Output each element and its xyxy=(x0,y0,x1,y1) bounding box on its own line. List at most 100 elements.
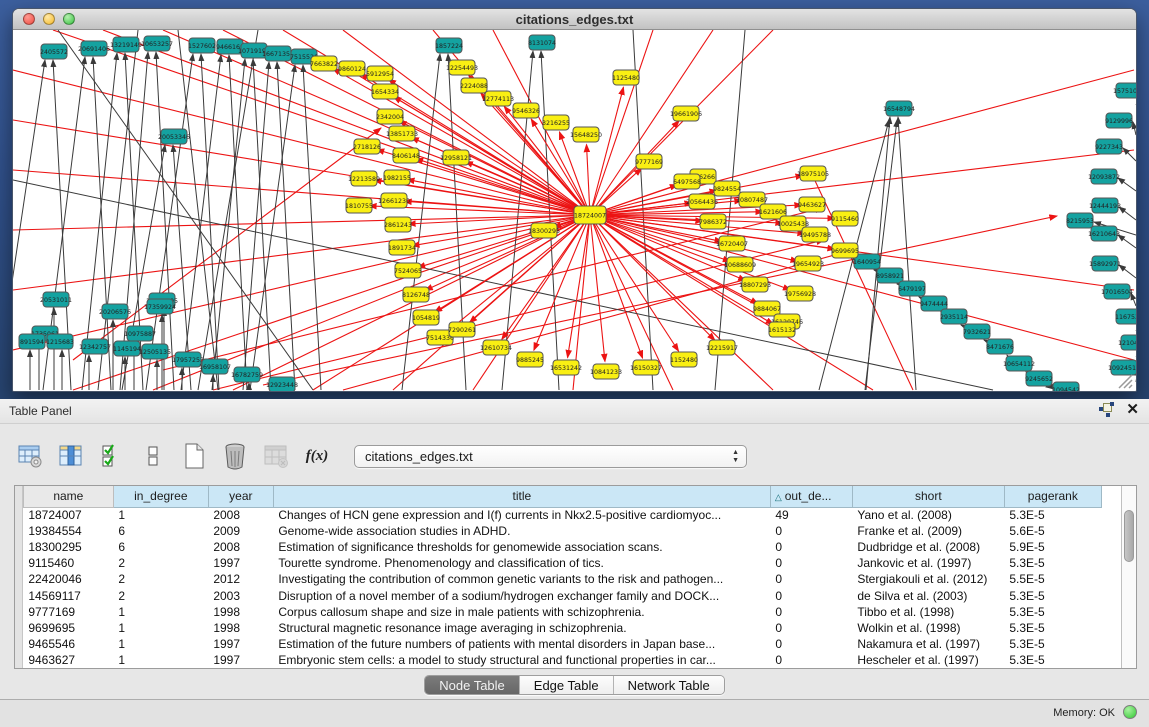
table-cell-name[interactable]: 9465546 xyxy=(23,636,113,652)
graph-node[interactable]: 9885245 xyxy=(516,352,544,367)
graph-node[interactable]: 2718126 xyxy=(353,139,381,154)
memory-ok-icon[interactable] xyxy=(1123,705,1137,719)
graph-node[interactable]: 19756928 xyxy=(784,286,816,301)
graph-node[interactable]: 16531242 xyxy=(550,360,582,375)
graph-node[interactable]: 2342004 xyxy=(376,109,404,124)
table-row[interactable]: 969969511998Structural magnetic resonanc… xyxy=(23,620,1101,636)
table-source-dropdown[interactable]: citations_edges.txt ▲▼ xyxy=(354,445,747,468)
graph-node[interactable]: 7932621 xyxy=(963,324,991,339)
table-cell-short[interactable]: Stergiakouli et al. (2012) xyxy=(852,571,1004,587)
graph-node[interactable]: 15892971 xyxy=(1089,256,1121,271)
graph-node[interactable]: 12254493 xyxy=(446,60,478,75)
graph-node[interactable]: 1891734 xyxy=(388,240,416,255)
graph-node[interactable]: 12505135 xyxy=(139,344,171,359)
table-cell-name[interactable]: 9115460 xyxy=(23,555,113,571)
graph-node[interactable]: 7524065 xyxy=(394,263,422,278)
table-row[interactable]: 2242004622012Investigating the contribut… xyxy=(23,571,1101,587)
graph-node[interactable]: 891594 xyxy=(19,334,45,349)
graph-node[interactable]: 1857224 xyxy=(435,38,463,53)
column-header-out_de[interactable]: △out_de... xyxy=(770,486,852,507)
table-cell-out_degree[interactable]: 0 xyxy=(770,652,852,668)
table-cell-pagerank[interactable]: 5.6E-5 xyxy=(1004,523,1101,539)
graph-node[interactable]: 10841233 xyxy=(590,364,622,379)
graph-node[interactable]: 10924510 xyxy=(1108,360,1136,375)
table-cell-title[interactable]: Estimation of the future numbers of pati… xyxy=(273,636,770,652)
graph-node[interactable]: 20691406 xyxy=(78,41,110,56)
table-cell-pagerank[interactable]: 5.3E-5 xyxy=(1004,587,1101,603)
graph-node[interactable]: 1615132 xyxy=(768,322,796,337)
table-cell-in_degree[interactable]: 2 xyxy=(113,571,208,587)
graph-node[interactable]: 1654334 xyxy=(371,84,399,99)
graph-node[interactable]: 20564436 xyxy=(686,194,718,209)
graph-node[interactable]: 9860124 xyxy=(338,61,366,76)
tab-node-table[interactable]: Node Table xyxy=(425,676,520,694)
graph-node[interactable]: 10688609 xyxy=(724,257,756,272)
graph-node[interactable]: 8215953 xyxy=(1066,213,1094,228)
graph-node[interactable]: 1054819 xyxy=(412,310,440,325)
node-table-grid[interactable]: namein_degreeyeartitle△out_de...shortpag… xyxy=(23,486,1102,668)
table-cell-name[interactable]: 18300295 xyxy=(23,539,113,555)
table-cell-title[interactable]: Embryonic stem cells: a model to study s… xyxy=(273,652,770,668)
table-cell-short[interactable]: Franke et al. (2009) xyxy=(852,523,1004,539)
graph-node[interactable]: 16958107 xyxy=(199,359,231,374)
table-cell-out_degree[interactable]: 0 xyxy=(770,555,852,571)
graph-node[interactable]: 18975105 xyxy=(797,166,829,181)
graph-node[interactable]: 13851733 xyxy=(386,126,418,141)
table-cell-out_degree[interactable]: 0 xyxy=(770,539,852,555)
graph-node[interactable]: 12610734 xyxy=(480,340,512,355)
table-cell-short[interactable]: Tibbo et al. (1998) xyxy=(852,604,1004,620)
table-row[interactable]: 1938455462009Genome-wide association stu… xyxy=(23,523,1101,539)
table-cell-pagerank[interactable]: 5.3E-5 xyxy=(1004,636,1101,652)
table-cell-year[interactable]: 2008 xyxy=(208,539,273,555)
table-cell-out_degree[interactable]: 0 xyxy=(770,604,852,620)
graph-node[interactable]: 7663822 xyxy=(310,56,338,71)
graph-node[interactable]: 12661230 xyxy=(378,193,410,208)
table-row[interactable]: 1830029562008Estimation of significance … xyxy=(23,539,1101,555)
graph-node[interactable]: 12104502 xyxy=(1118,335,1136,350)
table-cell-year[interactable]: 1997 xyxy=(208,652,273,668)
graph-node[interactable]: 1810755 xyxy=(345,198,373,213)
graph-node[interactable]: 17016504 xyxy=(1101,284,1133,299)
table-cell-short[interactable]: de Silva et al. (2003) xyxy=(852,587,1004,603)
graph-node[interactable]: 1125480 xyxy=(612,70,640,85)
table-cell-pagerank[interactable]: 5.3E-5 xyxy=(1004,604,1101,620)
table-cell-year[interactable]: 2012 xyxy=(208,571,273,587)
graph-node[interactable]: 1167533 xyxy=(1115,309,1136,324)
close-panel-icon[interactable]: ✕ xyxy=(1126,402,1139,417)
table-cell-out_degree[interactable]: 49 xyxy=(770,507,852,523)
tab-edge-table[interactable]: Edge Table xyxy=(520,676,614,694)
table-cell-title[interactable]: Estimation of significance thresholds fo… xyxy=(273,539,770,555)
graph-node[interactable]: 10653257 xyxy=(141,36,173,51)
table-cell-out_degree[interactable]: 0 xyxy=(770,523,852,539)
table-cell-title[interactable]: Disruption of a novel member of a sodium… xyxy=(273,587,770,603)
graph-node[interactable]: 1527602 xyxy=(188,38,216,53)
graph-node[interactable]: 19654923 xyxy=(792,256,824,271)
table-cell-name[interactable]: 9699695 xyxy=(23,620,113,636)
table-cell-year[interactable]: 1997 xyxy=(208,555,273,571)
table-row[interactable]: 1456911722003Disruption of a novel membe… xyxy=(23,587,1101,603)
merge-rows-icon[interactable] xyxy=(139,442,167,470)
table-cell-pagerank[interactable]: 5.3E-5 xyxy=(1004,507,1101,523)
table-cell-title[interactable]: Tourette syndrome. Phenomenology and cla… xyxy=(273,555,770,571)
table-cell-year[interactable]: 2003 xyxy=(208,587,273,603)
graph-node[interactable]: 12342757 xyxy=(79,339,111,354)
table-cell-pagerank[interactable]: 5.3E-5 xyxy=(1004,620,1101,636)
network-canvas[interactable]: 2405572206914061321914910653257152760294… xyxy=(13,30,1136,391)
table-settings-icon[interactable] xyxy=(16,442,44,470)
graph-node[interactable]: 8406148 xyxy=(392,148,420,163)
table-cell-year[interactable]: 1997 xyxy=(208,636,273,652)
table-cell-title[interactable]: Investigating the contribution of common… xyxy=(273,571,770,587)
graph-node[interactable]: 12958121 xyxy=(440,150,472,165)
column-header-year[interactable]: year xyxy=(208,486,273,507)
graph-node[interactable]: 7986372 xyxy=(699,214,727,229)
table-row[interactable]: 977716911998Corpus callosum shape and si… xyxy=(23,604,1101,620)
graph-node[interactable]: 6479197 xyxy=(898,281,926,296)
graph-node[interactable]: 16720407 xyxy=(716,236,748,251)
graph-node[interactable]: 16782759 xyxy=(231,367,263,382)
graph-node[interactable]: 1152480 xyxy=(670,352,698,367)
graph-node[interactable]: 9115460 xyxy=(831,211,859,226)
table-row[interactable]: 946554611997Estimation of the future num… xyxy=(23,636,1101,652)
table-cell-name[interactable]: 9777169 xyxy=(23,604,113,620)
table-cell-year[interactable]: 1998 xyxy=(208,604,273,620)
graph-node[interactable]: 16548794 xyxy=(883,101,915,116)
